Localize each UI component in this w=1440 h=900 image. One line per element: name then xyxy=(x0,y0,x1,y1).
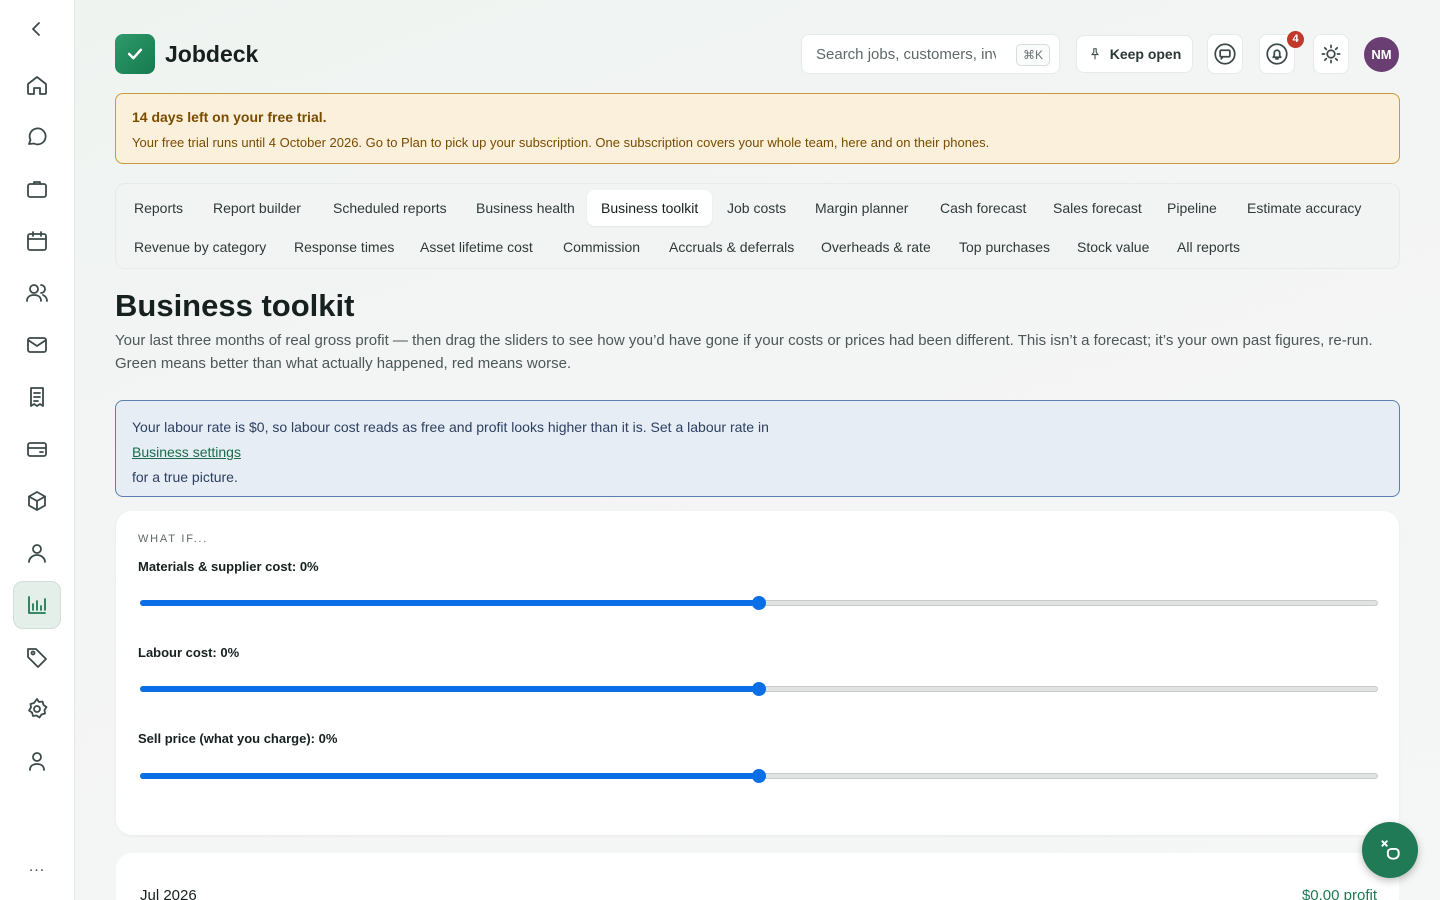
slider-thumb[interactable] xyxy=(752,682,766,696)
materials-slider-label: Materials & supplier cost: 0% xyxy=(138,559,319,574)
sidebar-item-messages[interactable] xyxy=(13,113,61,161)
business-settings-link[interactable]: Business settings xyxy=(132,440,1383,465)
tab-response-times[interactable]: Response times xyxy=(280,229,408,265)
box-icon xyxy=(28,491,46,511)
chat-icon xyxy=(28,127,47,146)
tag-icon xyxy=(27,648,47,668)
labour-cost-slider[interactable] xyxy=(140,680,1378,700)
sidebar-item-invoices[interactable] xyxy=(13,373,61,421)
bell-icon xyxy=(1266,43,1288,65)
invoice-icon xyxy=(30,387,44,407)
tab-commission[interactable]: Commission xyxy=(549,229,654,265)
mail-icon xyxy=(27,337,47,353)
tab-margin-planner[interactable]: Margin planner xyxy=(801,190,922,226)
notice-text: Your labour rate is $0, so labour cost r… xyxy=(132,419,769,435)
back-chevron-icon xyxy=(32,22,40,36)
messages-button[interactable] xyxy=(1207,34,1243,74)
tab-estimate-accuracy[interactable]: Estimate accuracy xyxy=(1233,190,1375,226)
trial-title: 14 days left on your free trial. xyxy=(132,109,327,125)
sidebar-item-mail[interactable] xyxy=(13,321,61,369)
sidebar-item-settings[interactable] xyxy=(13,685,61,733)
assistant-button[interactable] xyxy=(1362,822,1418,878)
tab-scheduled-reports[interactable]: Scheduled reports xyxy=(319,190,461,226)
trial-banner: 14 days left on your free trial. Your fr… xyxy=(115,93,1400,164)
card-icon xyxy=(27,442,47,457)
sidebar: ... xyxy=(0,0,75,900)
materials-cost-slider[interactable] xyxy=(140,594,1378,614)
search-box: ⌘K xyxy=(801,34,1060,74)
tab-job-costs[interactable]: Job costs xyxy=(713,190,800,226)
tab-top-purchases[interactable]: Top purchases xyxy=(945,229,1064,265)
labour-slider-label: Labour cost: 0% xyxy=(138,645,240,660)
tab-revenue-by-category[interactable]: Revenue by category xyxy=(120,229,280,265)
tab-accruals-deferrals[interactable]: Accruals & deferrals xyxy=(655,229,808,265)
more-menu-button[interactable]: ... xyxy=(13,858,61,886)
sidebar-item-calendar[interactable] xyxy=(13,217,61,265)
app-name: Jobdeck xyxy=(165,41,259,67)
tab-pipeline[interactable]: Pipeline xyxy=(1153,190,1231,226)
sidebar-item-jobs[interactable] xyxy=(13,165,61,213)
home-icon xyxy=(27,76,47,95)
tab-asset-lifetime-cost[interactable]: Asset lifetime cost xyxy=(406,229,547,265)
hand-icon xyxy=(1381,840,1400,860)
month-name: Jul 2026 xyxy=(140,887,197,900)
slider-fill xyxy=(140,600,759,606)
collapse-sidebar-button[interactable] xyxy=(13,5,61,53)
profile-icon xyxy=(29,752,45,771)
tab-cash-forecast[interactable]: Cash forecast xyxy=(926,190,1040,226)
sidebar-item-home[interactable] xyxy=(13,61,61,109)
logo-icon xyxy=(115,34,155,74)
tab-report-builder[interactable]: Report builder xyxy=(199,190,315,226)
sidebar-item-payments[interactable] xyxy=(13,425,61,473)
notification-count-badge: 4 xyxy=(1287,31,1304,48)
sidebar-item-reports[interactable] xyxy=(13,581,61,629)
reports-icon xyxy=(28,596,46,614)
team-icon xyxy=(26,284,48,302)
customer-icon xyxy=(28,544,46,563)
tab-overheads-rate[interactable]: Overheads & rate xyxy=(807,229,945,265)
sun-icon xyxy=(1321,44,1341,64)
search-shortcut: ⌘K xyxy=(1015,44,1050,66)
tab-business-health[interactable]: Business health xyxy=(462,190,589,226)
sidebar-item-stock[interactable] xyxy=(13,477,61,525)
labour-rate-notice: Your labour rate is $0, so labour cost r… xyxy=(115,400,1400,497)
sidebar-item-profile[interactable] xyxy=(13,737,61,785)
slider-thumb[interactable] xyxy=(752,769,766,783)
calendar-icon xyxy=(27,231,47,251)
sidebar-item-team[interactable] xyxy=(13,269,61,317)
settings-icon xyxy=(28,698,48,719)
pin-icon xyxy=(1090,48,1099,60)
theme-toggle-button[interactable] xyxy=(1313,34,1349,74)
search-input[interactable] xyxy=(816,45,996,63)
tab-all-reports[interactable]: All reports xyxy=(1163,229,1254,265)
sell-price-slider-label: Sell price (what you charge): 0% xyxy=(138,731,338,746)
notice-text-end: for a true picture. xyxy=(132,469,238,485)
page-description: Your last three months of real gross pro… xyxy=(115,332,1373,372)
what-if-label: WHAT IF... xyxy=(138,533,209,545)
tab-sales-forecast[interactable]: Sales forecast xyxy=(1039,190,1156,226)
slider-fill xyxy=(140,686,759,692)
briefcase-icon xyxy=(27,181,47,198)
month-result-card: Jul 2026 $0.00 profit xyxy=(116,853,1399,900)
report-tabs: Reports Report builder Scheduled reports… xyxy=(115,183,1400,269)
sidebar-item-customers[interactable] xyxy=(13,529,61,577)
avatar[interactable]: NM xyxy=(1364,37,1399,72)
month-profit: $0.00 profit xyxy=(1301,887,1377,900)
page-title: Business toolkit xyxy=(115,288,355,323)
tab-business-toolkit[interactable]: Business toolkit xyxy=(587,190,713,226)
keep-open-button[interactable]: Keep open xyxy=(1076,35,1193,73)
keep-open-label: Keep open xyxy=(1109,46,1182,62)
trial-body: Your free trial runs until 4 October 202… xyxy=(132,135,990,150)
tab-reports[interactable]: Reports xyxy=(120,190,197,226)
tab-stock-value[interactable]: Stock value xyxy=(1063,229,1163,265)
what-if-card: WHAT IF... Materials & supplier cost: 0%… xyxy=(116,511,1399,835)
slider-thumb[interactable] xyxy=(752,596,766,610)
sidebar-item-pricing[interactable] xyxy=(13,633,61,681)
slider-fill xyxy=(140,773,759,779)
sell-price-slider[interactable] xyxy=(140,767,1378,787)
message-bubble-icon xyxy=(1214,43,1236,65)
